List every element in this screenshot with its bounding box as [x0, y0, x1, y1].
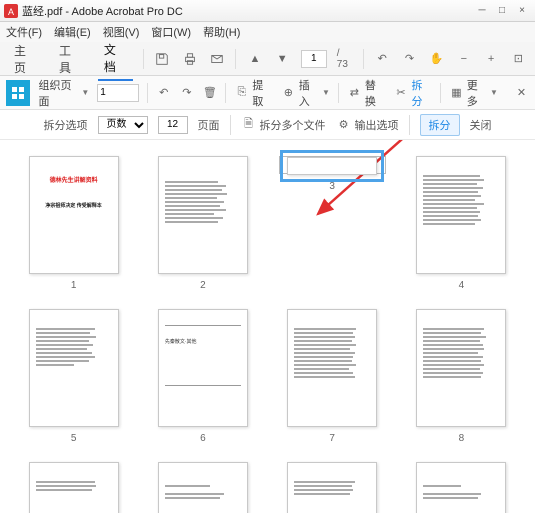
zoom-out-icon[interactable]: −: [455, 50, 472, 68]
page-label: 6: [200, 433, 206, 444]
grid-icon: ▦: [449, 85, 464, 101]
scissors-icon: ✂: [393, 85, 408, 101]
page-label: 4: [459, 280, 465, 291]
nav-down-icon[interactable]: ▼: [274, 50, 291, 68]
rotate-cw-icon[interactable]: ↷: [401, 50, 418, 68]
organize-page-input[interactable]: [97, 84, 139, 102]
split-action-button[interactable]: 拆分: [420, 114, 460, 136]
zoom-in-icon[interactable]: +: [483, 50, 500, 68]
rotate-ccw-icon[interactable]: ↶: [374, 50, 391, 68]
page-thumb-9[interactable]: [20, 462, 127, 513]
tab-document[interactable]: 文档: [98, 37, 133, 81]
panel-close-icon[interactable]: ✕: [514, 85, 529, 101]
page-thumb-6[interactable]: 先秦散文·其他 6: [149, 309, 256, 444]
page-thumb-12[interactable]: [408, 462, 515, 513]
delete-icon[interactable]: 🗑: [202, 85, 217, 101]
mail-icon[interactable]: [208, 50, 225, 68]
page-number-input[interactable]: [301, 50, 327, 68]
rotate-right-icon[interactable]: ↷: [179, 85, 194, 101]
close-split-button[interactable]: 关闭: [470, 117, 492, 133]
split-option-label: 拆分选项: [44, 117, 88, 133]
separator: [363, 49, 364, 69]
split-tool-button[interactable]: ✂拆分: [393, 77, 432, 109]
page-label: 8: [459, 433, 465, 444]
page-thumb-7[interactable]: 7: [279, 309, 386, 444]
page-label: 2: [200, 280, 206, 291]
files-icon: 🗎: [241, 117, 257, 133]
window-title: 蓝经.pdf - Adobe Acrobat Pro DC: [22, 3, 473, 19]
replace-button[interactable]: ⇄替换: [347, 77, 386, 109]
print-icon[interactable]: [181, 50, 198, 68]
replace-icon: ⇄: [347, 85, 362, 101]
gear-icon: ⚙: [336, 117, 352, 133]
page-label: 1: [71, 280, 77, 291]
minimize-button[interactable]: ─: [473, 4, 491, 18]
app-icon: A: [4, 4, 18, 18]
insert-icon: ⊕: [281, 85, 296, 101]
save-icon[interactable]: [154, 50, 171, 68]
separator: [235, 49, 236, 69]
tab-tools[interactable]: 工具: [53, 38, 88, 80]
extract-icon: ⎘: [234, 85, 249, 101]
page-thumb-8[interactable]: 8: [408, 309, 515, 444]
rotate-left-icon[interactable]: ↶: [156, 85, 171, 101]
split-count-input[interactable]: [158, 116, 188, 134]
page-thumb-10[interactable]: [149, 462, 256, 513]
separator: [230, 115, 231, 135]
page-total: / 73: [337, 48, 353, 70]
page-thumb-2[interactable]: 2: [149, 156, 256, 291]
maximize-button[interactable]: □: [493, 4, 511, 18]
page-label: 5: [71, 433, 77, 444]
page-thumb-4[interactable]: 4: [408, 156, 515, 291]
fit-icon[interactable]: ⊡: [510, 50, 527, 68]
separator: [143, 49, 144, 69]
insert-button[interactable]: ⊕插入▼: [281, 77, 330, 109]
close-button[interactable]: ×: [513, 4, 531, 18]
tab-home[interactable]: 主页: [8, 38, 43, 80]
extract-button[interactable]: ⎘提取: [234, 77, 273, 109]
menu-help[interactable]: 帮助(H): [203, 24, 240, 40]
separator: [338, 83, 339, 103]
page-thumb-3[interactable]: 3: [279, 156, 386, 174]
more-button[interactable]: ▦更多▼: [449, 77, 498, 109]
separator: [225, 83, 226, 103]
separator: [409, 115, 410, 135]
pages-label: 页面: [198, 117, 220, 133]
page-label: 3: [329, 181, 335, 192]
output-options-button[interactable]: ⚙输出选项: [336, 117, 399, 133]
organize-label: 组织页面 ▼: [38, 77, 89, 109]
svg-text:A: A: [8, 7, 14, 17]
thumbnail-area[interactable]: 德林先生讲解资料净宗祖师决定 传受解释本 1 2 3 4 5 先秦散文·其他 6…: [0, 140, 535, 513]
page-label: 7: [329, 433, 335, 444]
organize-pages-icon: [6, 80, 30, 106]
separator: [440, 83, 441, 103]
page-thumb-1[interactable]: 德林先生讲解资料净宗祖师决定 传受解释本 1: [20, 156, 127, 291]
separator: [147, 83, 148, 103]
split-mode-select[interactable]: 页数: [98, 116, 148, 134]
menu-window[interactable]: 窗口(W): [151, 24, 191, 40]
page-thumb-5[interactable]: 5: [20, 309, 127, 444]
page-thumb-11[interactable]: [279, 462, 386, 513]
nav-up-icon[interactable]: ▲: [246, 50, 263, 68]
split-multiple-button[interactable]: 🗎拆分多个文件: [241, 117, 326, 133]
hand-icon[interactable]: ✋: [428, 50, 445, 68]
